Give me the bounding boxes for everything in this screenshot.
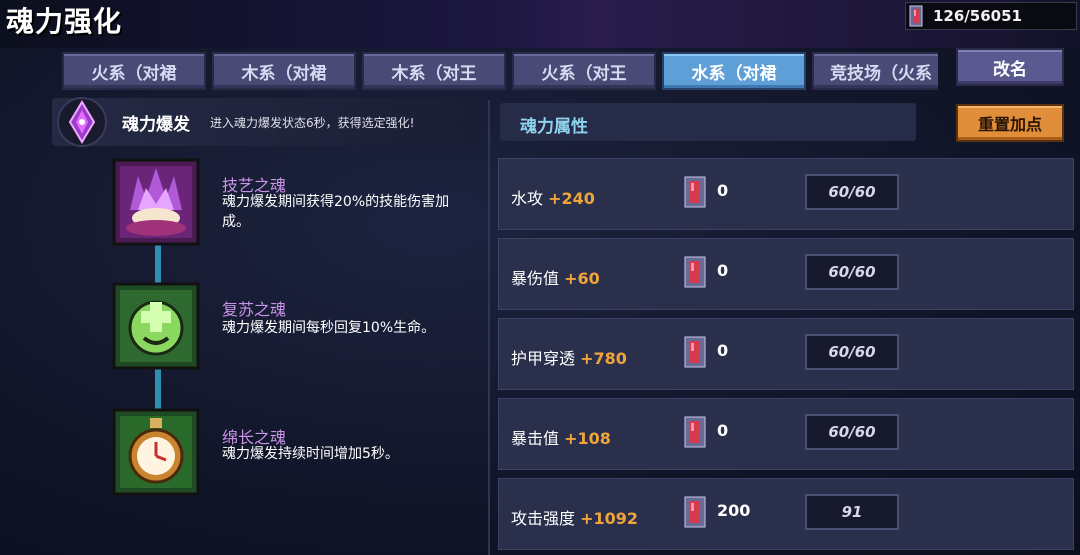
soul-desc-duration: 魂力爆发持续时间增加5秒。	[222, 446, 399, 462]
attribute-row-crit-damage: 暴伤值 +60 0 60/60	[498, 238, 1074, 310]
reset-points-button[interactable]: 重置加点	[956, 104, 1064, 142]
attribute-level-box[interactable]: 60/60	[805, 334, 899, 370]
attribute-level-box[interactable]: 60/60	[805, 414, 899, 450]
tab-wood-vs-mob[interactable]: 木系（对裙	[212, 52, 356, 90]
attribute-name: 攻击强度 +1092	[511, 509, 639, 528]
preset-tabs: 火系（对裙 木系（对裙 木系（对王 火系（对王 水系（对裙 竞技场（火系	[62, 50, 938, 94]
stopwatch-icon[interactable]	[112, 408, 200, 496]
purple-flame-icon[interactable]	[112, 158, 200, 246]
attribute-level-box[interactable]: 60/60	[805, 254, 899, 290]
attribute-row-attack-power: 攻击强度 +1092 200 91	[498, 478, 1074, 550]
tab-fire-vs-boss[interactable]: 火系（对王	[512, 52, 656, 90]
attribute-level-box[interactable]: 91	[805, 494, 899, 530]
rename-button[interactable]: 改名	[956, 48, 1064, 86]
tab-water-vs-mob[interactable]: 水系（对裙	[662, 52, 806, 90]
attribute-cost: 200	[717, 501, 751, 520]
tab-wood-vs-boss[interactable]: 木系（对王	[362, 52, 506, 90]
attribute-name: 水攻 +240	[511, 189, 595, 208]
attribute-cost: 0	[717, 181, 729, 200]
soul-desc-skill: 魂力爆发期间获得20%的技能伤害加成。	[222, 194, 450, 230]
soul-burst-icon	[57, 97, 107, 147]
soul-gem-icon	[684, 336, 706, 368]
attribute-row-water-attack: 水攻 +240 0 60/60	[498, 158, 1074, 230]
soul-gem-icon	[909, 5, 923, 27]
soul-burst-bar: 魂力爆发 进入魂力爆发状态6秒，获得选定强化!	[52, 97, 482, 147]
attribute-panel-header: 魂力属性	[500, 103, 916, 141]
soul-currency-counter: 126/56051	[905, 2, 1077, 30]
soul-burst-description: 进入魂力爆发状态6秒，获得选定强化!	[210, 116, 415, 130]
attribute-level-box[interactable]: 60/60	[805, 174, 899, 210]
green-heal-icon[interactable]	[112, 282, 200, 370]
soul-desc-revive: 魂力爆发期间每秒回复10%生命。	[222, 320, 436, 336]
attribute-name: 护甲穿透 +780	[511, 349, 627, 368]
soul-gem-icon	[684, 496, 706, 528]
attribute-cost: 0	[717, 421, 729, 440]
soul-burst-title: 魂力爆发	[122, 115, 190, 135]
attribute-header-label: 魂力属性	[520, 117, 588, 137]
soul-gem-icon	[684, 256, 706, 288]
attribute-name: 暴击值 +108	[511, 429, 611, 448]
tab-arena-fire[interactable]: 竞技场（火系	[812, 52, 938, 90]
soul-name-revive: 复苏之魂	[222, 300, 287, 319]
currency-value: 126/56051	[933, 7, 1022, 25]
soul-gem-icon	[684, 176, 706, 208]
page-title: 魂力强化	[6, 5, 123, 38]
panel-divider	[488, 100, 490, 555]
attribute-name: 暴伤值 +60	[511, 269, 600, 288]
attribute-cost: 0	[717, 261, 729, 280]
tab-fire-vs-mob[interactable]: 火系（对裙	[62, 52, 206, 90]
soul-gem-icon	[684, 416, 706, 448]
attribute-cost: 0	[717, 341, 729, 360]
attribute-row-armor-pen: 护甲穿透 +780 0 60/60	[498, 318, 1074, 390]
attribute-row-crit-rate: 暴击值 +108 0 60/60	[498, 398, 1074, 470]
